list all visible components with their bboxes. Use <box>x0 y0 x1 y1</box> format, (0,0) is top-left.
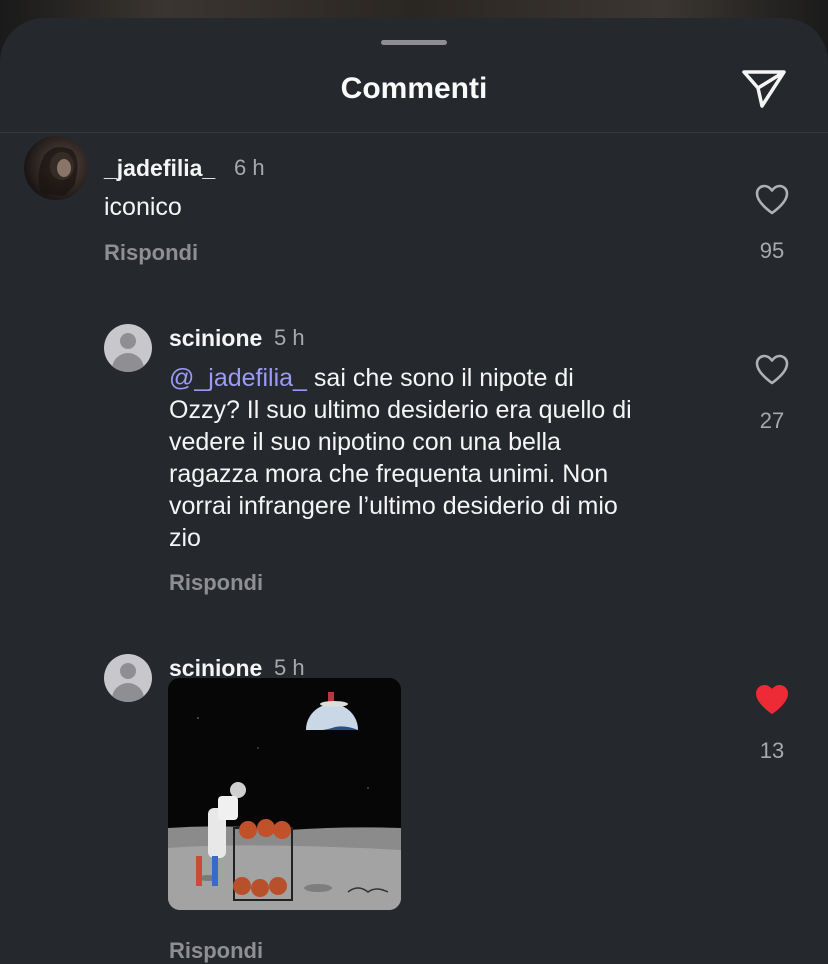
avatar-body <box>112 683 144 702</box>
comment-time: 5 h <box>274 325 305 350</box>
like-count: 95 <box>759 238 785 263</box>
comment-text: iconico <box>104 193 182 221</box>
gif-attachment[interactable] <box>168 678 401 910</box>
page-title: Commenti <box>340 72 488 105</box>
comment-line: vorrai infrangere l’ultimo desiderio di … <box>169 492 618 520</box>
heart-icon[interactable] <box>755 354 789 386</box>
reply-button[interactable]: Rispondi <box>104 240 198 266</box>
reply-button[interactable]: Rispondi <box>169 570 263 596</box>
avatar-head <box>120 663 136 679</box>
avatar[interactable] <box>104 324 152 372</box>
comment-line: vedere il suo nipotino con una bella <box>169 428 561 456</box>
comment-text: @_jadefilia_ sai che sono il nipote di O… <box>169 362 729 554</box>
comment-line: ragazza mora che frequenta unimi. Non <box>169 460 609 488</box>
header-divider <box>0 132 828 133</box>
comment-line: Ozzy? Il suo ultimo desiderio era quello… <box>169 396 632 424</box>
avatar-body <box>112 353 144 372</box>
heart-filled-icon[interactable] <box>755 684 789 716</box>
reply-button[interactable]: Rispondi <box>169 938 263 964</box>
avatar-photo <box>38 147 78 196</box>
like-count: 27 <box>759 408 785 433</box>
comment-line-text: sai che sono il nipote di <box>306 364 574 392</box>
comment-username[interactable]: scinione <box>169 325 262 352</box>
avatar[interactable] <box>104 654 152 702</box>
sheet-grabber[interactable] <box>381 40 447 45</box>
comment-time: 6 h <box>234 155 265 180</box>
comment-username[interactable]: _jadefilia_ <box>104 155 215 182</box>
avatar[interactable] <box>24 136 88 200</box>
like-count: 13 <box>759 738 785 763</box>
comment-line: zio <box>169 524 201 552</box>
paper-plane-icon[interactable] <box>740 68 788 110</box>
heart-icon[interactable] <box>755 184 789 216</box>
mention-link[interactable]: @_jadefilia_ <box>169 364 307 392</box>
gif-image <box>168 678 401 910</box>
comment-line: @_jadefilia_ sai che sono il nipote di <box>169 362 729 394</box>
avatar-head <box>120 333 136 349</box>
